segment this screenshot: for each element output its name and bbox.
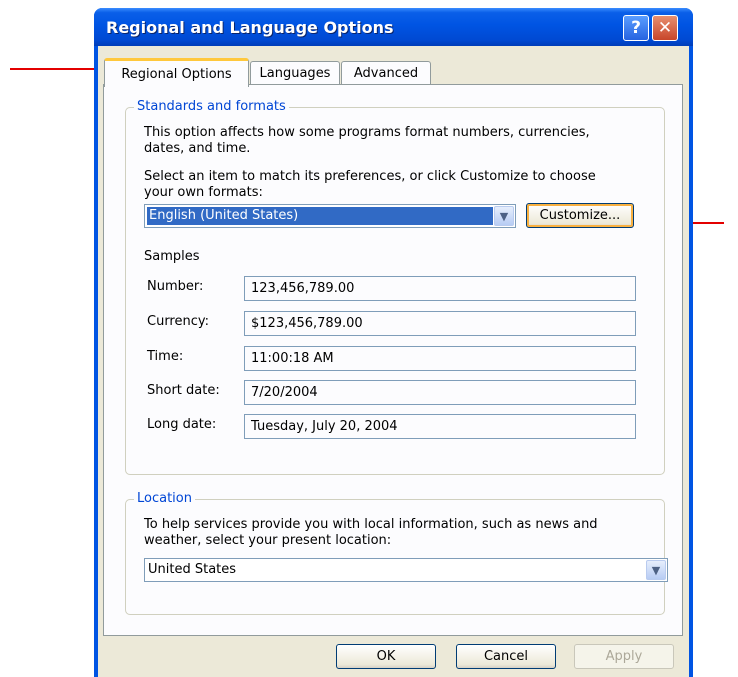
sample-field-time: 11:00:18 AM: [244, 346, 636, 371]
ok-label: OK: [376, 649, 396, 664]
sample-label-long-date: Long date:: [147, 417, 217, 432]
sample-field-short-date: 7/20/2004: [244, 380, 636, 405]
tab-advanced[interactable]: Advanced: [341, 61, 431, 84]
window-title: Regional and Language Options: [106, 18, 394, 37]
sample-label-time: Time:: [147, 349, 184, 364]
cancel-label: Cancel: [483, 649, 529, 664]
apply-button[interactable]: Apply: [574, 644, 674, 669]
apply-label: Apply: [605, 649, 643, 664]
standards-group: Standards and formats This option affect…: [125, 99, 665, 475]
chevron-down-icon[interactable]: ▼: [494, 206, 514, 226]
sample-value-currency: $123,456,789.00: [251, 316, 363, 331]
sample-value-short-date: 7/20/2004: [251, 385, 318, 400]
ok-button[interactable]: OK: [336, 644, 436, 669]
format-selection-highlight: English (United States): [147, 207, 493, 225]
sample-value-long-date: Tuesday, July 20, 2004: [251, 419, 398, 434]
location-legend: Location: [134, 491, 195, 506]
location-value: United States: [148, 562, 237, 577]
format-value: English (United States): [149, 208, 299, 223]
sample-label-currency: Currency:: [147, 314, 210, 329]
sample-value-time: 11:00:18 AM: [251, 351, 334, 366]
select-instruction-line2: your own formats:: [144, 185, 263, 200]
location-description-line1: To help services provide you with local …: [144, 517, 598, 532]
standards-legend: Standards and formats: [134, 99, 289, 114]
location-dropdown[interactable]: United States ▼: [144, 558, 668, 582]
samples-heading: Samples: [144, 249, 200, 264]
tab-label: Regional Options: [121, 66, 232, 82]
sample-label-number: Number:: [147, 279, 204, 294]
sample-field-currency: $123,456,789.00: [244, 311, 636, 336]
location-description-line2: weather, select your present location:: [144, 533, 392, 548]
chevron-down-icon[interactable]: ▼: [646, 560, 666, 580]
help-button[interactable]: ?: [623, 15, 649, 41]
cancel-button[interactable]: Cancel: [456, 644, 556, 669]
title-bar[interactable]: Regional and Language Options ? ✕: [94, 8, 693, 46]
standards-description-line2: dates, and time.: [144, 141, 251, 156]
sample-value-number: 123,456,789.00: [251, 281, 355, 296]
dialog-client: Regional Options Languages Advanced Stan…: [98, 46, 689, 677]
standards-description-line1: This option affects how some programs fo…: [144, 125, 590, 140]
tab-panel: Standards and formats This option affect…: [103, 84, 683, 636]
select-instruction-line1: Select an item to match its preferences,…: [144, 169, 596, 184]
dialog-window: Regional and Language Options ? ✕ Region…: [94, 8, 693, 677]
location-group: Location To help services provide you wi…: [125, 491, 668, 615]
help-icon: ?: [631, 18, 641, 38]
customize-button[interactable]: Customize...: [526, 203, 634, 228]
format-dropdown[interactable]: English (United States) ▼: [144, 204, 516, 228]
close-icon: ✕: [657, 18, 673, 38]
tab-label: Languages: [259, 65, 331, 81]
close-button[interactable]: ✕: [652, 15, 678, 41]
sample-label-short-date: Short date:: [147, 383, 220, 398]
tab-label: Advanced: [353, 65, 419, 81]
customize-label: Customize...: [539, 208, 621, 223]
tab-languages[interactable]: Languages: [250, 61, 340, 84]
sample-field-long-date: Tuesday, July 20, 2004: [244, 414, 636, 439]
tab-regional-options[interactable]: Regional Options: [104, 58, 249, 87]
sample-field-number: 123,456,789.00: [244, 276, 636, 301]
